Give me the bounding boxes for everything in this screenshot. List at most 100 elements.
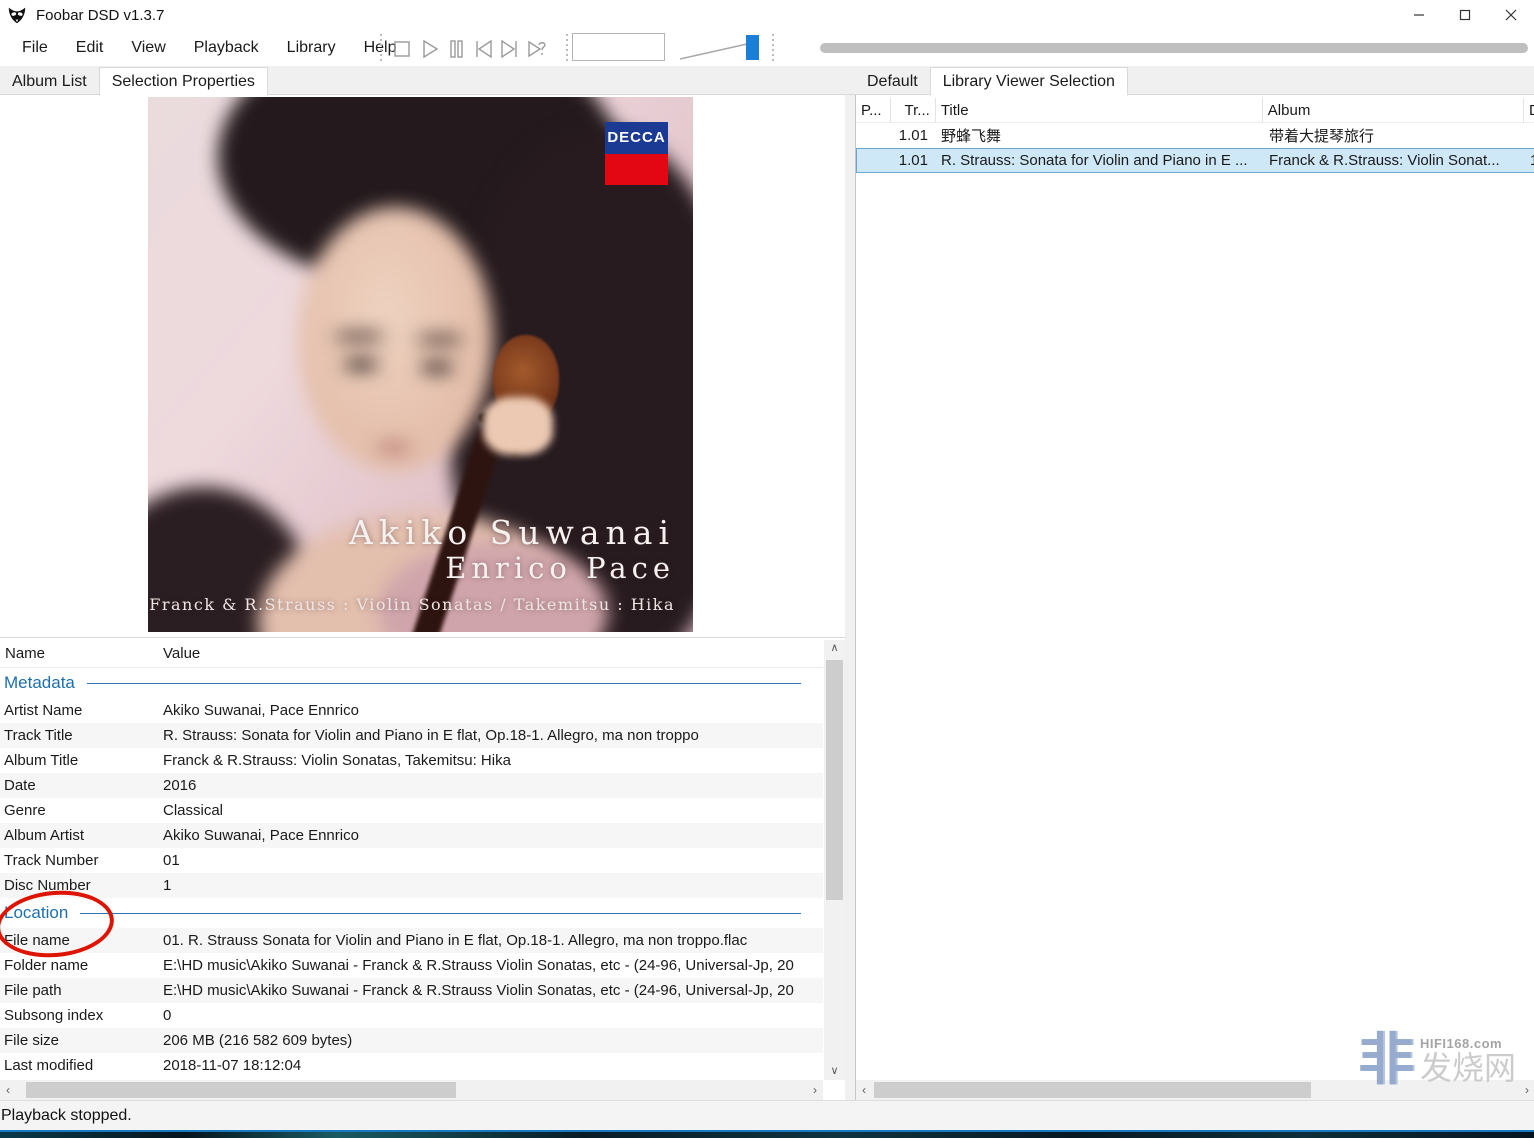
menu-file[interactable]: File [8, 39, 62, 57]
play-icon[interactable] [415, 35, 442, 62]
scroll-left-icon[interactable]: ‹ [0, 1080, 16, 1100]
next-track-icon[interactable] [496, 35, 523, 62]
property-row[interactable]: Album ArtistAkiko Suwanai, Pace Ennrico [0, 823, 823, 848]
property-name: Folder name [0, 957, 158, 974]
property-value: 206 MB (216 582 609 bytes) [158, 1032, 823, 1049]
properties-vertical-scrollbar[interactable]: ∧ ∨ [824, 640, 845, 1080]
property-value: 01. R. Strauss Sonata for Violin and Pia… [158, 932, 823, 949]
property-value: 1 [158, 877, 823, 894]
property-row[interactable]: Track TitleR. Strauss: Sonata for Violin… [0, 723, 823, 748]
main-area: DECCA Akiko Suwanai Enrico Pace Franck &… [0, 95, 1534, 1100]
menu-view[interactable]: View [117, 39, 179, 57]
scroll-left-icon[interactable]: ‹ [856, 1080, 872, 1100]
playlist-col-title[interactable]: Title [936, 98, 1263, 123]
playlist-col-p[interactable]: P... [856, 98, 891, 123]
minimize-button[interactable] [1396, 0, 1442, 30]
property-row[interactable]: Artist NameAkiko Suwanai, Pace Ennrico [0, 698, 823, 723]
property-row[interactable]: Disc Number1 [0, 873, 823, 898]
maximize-button[interactable] [1442, 0, 1488, 30]
watermark: 非 HIFI168.com 发烧网 [1358, 1032, 1516, 1088]
scroll-up-icon[interactable]: ∧ [824, 640, 845, 657]
artwork-area: DECCA Akiko Suwanai Enrico Pace Franck &… [0, 95, 845, 638]
scroll-right-icon[interactable]: › [1519, 1080, 1534, 1100]
property-value: 0 [158, 1007, 823, 1024]
volume-slider[interactable] [678, 33, 766, 63]
toolbar-separator [566, 34, 568, 62]
playlist-header: P...Tr...TitleAlbumD [856, 98, 1534, 123]
property-name: Artist Name [0, 702, 158, 719]
close-button[interactable] [1488, 0, 1534, 30]
cover-subtitle: Franck & R.Strauss : Violin Sonatas / Ta… [149, 595, 675, 614]
playlist-col-d[interactable]: D [1524, 98, 1534, 123]
horizontal-scroll-thumb[interactable] [26, 1082, 456, 1098]
playback-order-box[interactable] [572, 33, 665, 61]
volume-slider-handle[interactable] [746, 35, 759, 60]
left-panel-tabs: Album ListSelection Properties [0, 66, 268, 95]
cover-artist-2: Enrico Pace [149, 551, 675, 586]
scroll-right-icon[interactable]: › [807, 1080, 823, 1100]
previous-track-icon[interactable] [469, 35, 496, 62]
cover-face-detail [333, 332, 385, 341]
property-row[interactable]: GenreClassical [0, 798, 823, 823]
menu-bar: FileEditViewPlaybackLibraryHelp [8, 30, 410, 66]
background-strip [0, 1130, 1534, 1138]
status-bar: Playback stopped. [0, 1100, 1534, 1130]
property-row[interactable]: File size206 MB (216 582 609 bytes) [0, 1028, 823, 1053]
random-play-icon[interactable] [523, 35, 550, 62]
properties-horizontal-scrollbar[interactable]: ‹ › [0, 1080, 823, 1100]
properties-body: MetadataArtist NameAkiko Suwanai, Pace E… [0, 668, 823, 1078]
playlist-col-tr[interactable]: Tr... [891, 98, 936, 123]
properties-col-name[interactable]: Name [0, 645, 158, 662]
properties-col-value[interactable]: Value [158, 645, 200, 662]
playlist-cell-title: R. Strauss: Sonata for Violin and Piano … [936, 152, 1264, 169]
playlist-col-album[interactable]: Album [1263, 98, 1524, 123]
property-row[interactable]: File pathE:\HD music\Akiko Suwanai - Fra… [0, 978, 823, 1003]
section-title: Metadata [0, 673, 75, 693]
property-value: 01 [158, 852, 823, 869]
section-metadata: Metadata [0, 668, 823, 698]
seek-bar[interactable] [820, 43, 1528, 53]
tab-strip: Album ListSelection Properties DefaultLi… [0, 66, 1534, 95]
property-row[interactable]: Track Number01 [0, 848, 823, 873]
properties-list: Name Value MetadataArtist NameAkiko Suwa… [0, 640, 823, 1080]
cover-face-detail [343, 359, 379, 370]
playlist-row[interactable]: 1.01R. Strauss: Sonata for Violin and Pi… [856, 148, 1534, 173]
property-value: Classical [158, 802, 823, 819]
property-row[interactable]: Date2016 [0, 773, 823, 798]
horizontal-scroll-thumb[interactable] [874, 1082, 1311, 1098]
watermark-site: HIFI168.com [1420, 1036, 1516, 1051]
property-value: Akiko Suwanai, Pace Ennrico [158, 827, 823, 844]
menu-playback[interactable]: Playback [180, 39, 273, 57]
property-name: Album Title [0, 752, 158, 769]
toolbar: FileEditViewPlaybackLibraryHelp [0, 30, 1534, 66]
tab-album-list[interactable]: Album List [0, 70, 99, 95]
property-row[interactable]: Album TitleFranck & R.Strauss: Violin So… [0, 748, 823, 773]
playlist-cell-tr: 1.01 [891, 152, 936, 169]
property-row[interactable]: Folder nameE:\HD music\Akiko Suwanai - F… [0, 953, 823, 978]
playlist-cell-album: Franck & R.Strauss: Violin Sonat... [1264, 152, 1526, 169]
menu-library[interactable]: Library [273, 39, 350, 57]
pause-icon[interactable] [442, 35, 469, 62]
property-row[interactable]: Subsong index0 [0, 1003, 823, 1028]
playlist-panel: P...Tr...TitleAlbumD 1.01野蜂飞舞带着大提琴旅行1.01… [855, 95, 1534, 1100]
stop-icon[interactable] [388, 35, 415, 62]
tab-library-viewer-selection[interactable]: Library Viewer Selection [930, 67, 1128, 96]
property-name: Date [0, 777, 158, 794]
property-name: Genre [0, 802, 158, 819]
playlist-cell-tr: 1.01 [891, 127, 936, 144]
property-name: Album Artist [0, 827, 158, 844]
window-title: Foobar DSD v1.3.7 [36, 7, 164, 24]
playlist-cell-d: 1 [1526, 152, 1534, 169]
scroll-down-icon[interactable]: ∨ [824, 1063, 845, 1080]
property-name: Track Number [0, 852, 158, 869]
playlist-row[interactable]: 1.01野蜂飞舞带着大提琴旅行 [856, 123, 1534, 148]
property-row[interactable]: Last modified2018-11-07 18:12:04 [0, 1053, 823, 1078]
property-name: Track Title [0, 727, 158, 744]
tab-default[interactable]: Default [855, 70, 930, 95]
menu-edit[interactable]: Edit [62, 39, 118, 57]
property-row[interactable]: File name01. R. Strauss Sonata for Violi… [0, 928, 823, 953]
property-value: E:\HD music\Akiko Suwanai - Franck & R.S… [158, 982, 823, 999]
section-line [80, 913, 801, 914]
vertical-scroll-thumb[interactable] [826, 660, 843, 900]
tab-selection-properties[interactable]: Selection Properties [99, 67, 268, 96]
